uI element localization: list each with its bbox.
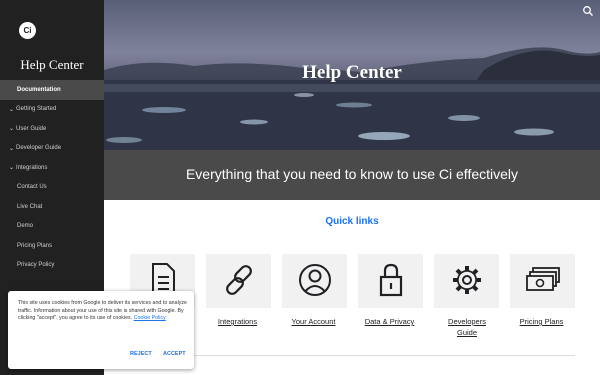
sidebar-item-label: Live Chat	[17, 203, 43, 210]
link-icon	[225, 265, 252, 295]
quick-link-card-developers-guide[interactable]	[434, 254, 499, 308]
sidebar-item-label: Privacy Policy	[17, 262, 55, 269]
sidebar-item-live-chat[interactable]: Live Chat	[0, 197, 104, 217]
chevron-down-icon[interactable]: ⌄	[9, 145, 16, 152]
quick-link-label-data-privacy[interactable]: Data & Privacy	[352, 316, 427, 327]
sidebar-nav: Documentation ⌄ Getting Started ⌄ User G…	[0, 80, 104, 275]
money-icon	[525, 267, 560, 291]
chevron-down-icon[interactable]: ⌄	[9, 164, 16, 171]
chevron-down-icon[interactable]: ⌄	[9, 125, 16, 132]
cookie-consent-banner: This site uses cookies from Google to de…	[8, 291, 194, 369]
reject-cookies-button[interactable]: REJECT	[130, 351, 152, 357]
cookie-policy-link[interactable]: Cookie Policy	[134, 315, 166, 321]
sidebar-item-documentation[interactable]: Documentation	[0, 80, 104, 100]
sidebar-item-label: User Guide	[16, 125, 47, 132]
sidebar-item-label: Getting Started	[16, 106, 57, 113]
search-icon[interactable]	[582, 5, 594, 17]
quick-links-heading: Quick links	[325, 216, 379, 227]
sidebar-item-getting-started[interactable]: ⌄ Getting Started	[0, 100, 104, 120]
tagline-text: Everything that you need to know to use …	[185, 166, 519, 182]
padlock-icon	[379, 263, 402, 297]
sidebar-item-integrations[interactable]: ⌄ Integrations	[0, 158, 104, 178]
quick-link-label-pricing-plans[interactable]: Pricing Plans	[504, 316, 579, 327]
hero-title: Help Center	[302, 62, 402, 83]
quick-link-card-integrations[interactable]	[206, 254, 271, 308]
cookie-message: This site uses cookies from Google to de…	[18, 300, 190, 323]
sidebar-item-pricing-plans[interactable]: Pricing Plans	[0, 236, 104, 256]
sidebar-item-label: Contact Us	[17, 184, 47, 191]
accept-cookies-button[interactable]: ACCEPT	[163, 351, 186, 357]
site-title[interactable]: Help Center	[0, 57, 104, 73]
sidebar-item-demo[interactable]: Demo	[0, 217, 104, 237]
sidebar-item-label: Integrations	[16, 164, 48, 171]
quick-link-card-pricing-plans[interactable]	[510, 254, 575, 308]
tagline-band: Everything that you need to know to use …	[104, 150, 600, 200]
quick-link-label-integrations[interactable]: Integrations	[200, 316, 275, 327]
content-divider	[129, 355, 575, 356]
quick-link-card-data-privacy[interactable]	[358, 254, 423, 308]
quick-link-label-your-account[interactable]: Your Account	[276, 316, 351, 327]
quick-link-card-your-account[interactable]	[282, 254, 347, 308]
sidebar-item-label: Pricing Plans	[17, 242, 53, 249]
user-account-icon	[298, 264, 331, 296]
ci-logo[interactable]: Ci	[19, 22, 36, 39]
chevron-down-icon[interactable]: ⌄	[9, 106, 16, 113]
gear-icon	[452, 266, 481, 294]
sidebar-item-privacy-policy[interactable]: Privacy Policy	[0, 256, 104, 276]
sidebar-item-label: Demo	[17, 223, 34, 230]
sidebar-item-label: Documentation	[17, 86, 61, 93]
hero-banner: Help Center	[104, 0, 600, 150]
quick-link-label-developers-guide[interactable]: Developers Guide	[437, 316, 497, 338]
sidebar-item-contact-us[interactable]: Contact Us	[0, 178, 104, 198]
sidebar-item-developer-guide[interactable]: ⌄ Developer Guide	[0, 139, 104, 159]
sidebar-item-user-guide[interactable]: ⌄ User Guide	[0, 119, 104, 139]
sidebar-item-label: Developer Guide	[16, 145, 62, 152]
